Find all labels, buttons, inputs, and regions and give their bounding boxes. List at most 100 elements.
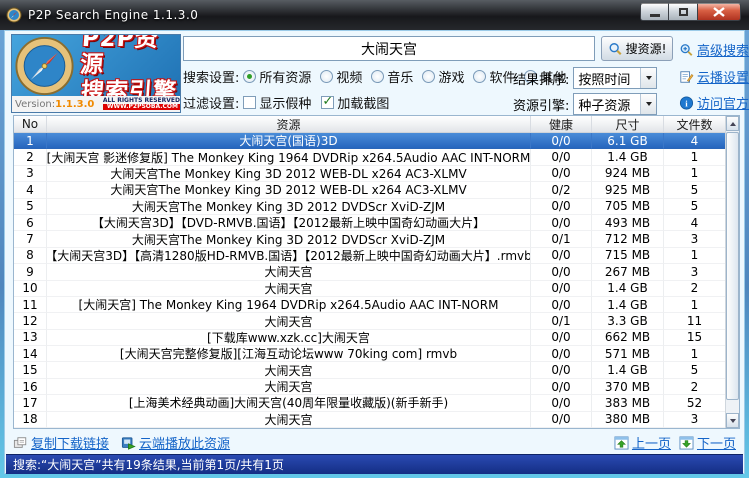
page-down-icon (679, 435, 694, 450)
cell-resource: 大闹天宫The Monkey King 3D 2012 WEB-DL x264 … (47, 165, 531, 183)
cell-health: 0/2 (531, 182, 592, 199)
table-row[interactable]: 14 [大闹天宫完整修复版][江海互动论坛www 70king com] rmv… (14, 346, 739, 363)
cell-resource: 大闹天宫 (47, 362, 531, 379)
cell-health: 0/1 (531, 231, 592, 248)
cell-size: 662 MB (592, 329, 664, 347)
cell-resource: [下载库www.xzk.cc]大闹天宫 (47, 329, 531, 347)
cell-no: 15 (14, 362, 47, 379)
arrow-down-icon[interactable] (726, 413, 739, 428)
radio-circle-icon (243, 70, 257, 83)
cell-resource: 大闹天宫 (47, 264, 531, 281)
cell-resource: 【大闹天宫3D】【高清1280版HD-RMVB.国语】【2012最新上映中国奇幻… (47, 247, 531, 265)
cell-resource: 大闹天宫The Monkey King 3D 2012 DVDScr XviD-… (47, 198, 531, 215)
cell-no: 13 (14, 329, 47, 347)
cell-size: 715 MB (592, 247, 664, 265)
vertical-scrollbar[interactable] (725, 116, 739, 428)
cell-size: 370 MB (592, 378, 664, 396)
version-label: Version: (15, 98, 56, 110)
sort-select[interactable]: 按照时间 (573, 67, 658, 89)
arrow-up-icon[interactable] (726, 116, 739, 131)
table-row[interactable]: 4 大闹天宫The Monkey King 3D 2012 WEB-DL x26… (14, 182, 739, 199)
cell-size: 1.4 GB (592, 362, 664, 379)
search-input[interactable] (183, 36, 595, 61)
filter-settings-label: 过滤设置: (183, 97, 240, 112)
cell-resource: 大闹天宫 (47, 378, 531, 396)
prev-page-link[interactable]: 上一页 (614, 433, 671, 452)
footer-toolbar: 复制下载链接 云端播放此资源 上一页 下一页 (13, 432, 736, 453)
cell-no: 18 (14, 411, 47, 429)
cell-no: 10 (14, 280, 47, 297)
cell-files: 5 (664, 182, 726, 199)
cell-size: 267 MB (592, 264, 664, 281)
cell-files: 3 (664, 264, 726, 281)
cell-files: 52 (664, 395, 726, 412)
cell-no: 1 (14, 133, 47, 150)
cell-no: 2 (14, 149, 47, 166)
checkbox-show-fake[interactable]: 显示假种 (243, 93, 311, 112)
radio-all[interactable]: 所有资源 (243, 67, 311, 86)
radio-software[interactable]: 软件 (473, 67, 515, 86)
cell-size: 6.1 GB (592, 133, 664, 150)
radio-video[interactable]: 视频 (320, 67, 362, 86)
cell-files: 15 (664, 329, 726, 347)
cell-size: 1.4 GB (592, 280, 664, 297)
table-row[interactable]: 5 大闹天宫The Monkey King 3D 2012 DVDScr Xvi… (14, 198, 739, 215)
checkbox-box-icon (321, 94, 335, 109)
cell-files: 4 (664, 133, 726, 150)
column-header-health: 健康 (531, 116, 592, 132)
cell-resource: [大闹天宫 影迷修复版] The Monkey King 1964 DVDRip… (47, 149, 531, 166)
table-row[interactable]: 2 [大闹天宫 影迷修复版] The Monkey King 1964 DVDR… (14, 149, 739, 166)
table-row[interactable]: 3 大闹天宫The Monkey King 3D 2012 WEB-DL x26… (14, 165, 739, 183)
engine-select[interactable]: 种子资源 (573, 93, 658, 115)
radio-label: 软件 (489, 71, 516, 86)
table-row[interactable]: 18 大闹天宫 0/0 380 MB 3 (14, 411, 739, 429)
table-row[interactable]: 1 大闹天宫(国语)3D 0/0 6.1 GB 4 (14, 133, 739, 150)
cell-health: 0/0 (531, 395, 592, 412)
radio-game[interactable]: 游戏 (422, 67, 464, 86)
table-header: No 资源 健康 尺寸 文件数 (14, 116, 739, 133)
cell-no: 17 (14, 395, 47, 412)
checkbox-load-screenshot[interactable]: 加载截图 (321, 93, 389, 112)
compass-logo-icon (15, 36, 74, 96)
table-row[interactable]: 15 大闹天宫 0/0 1.4 GB 5 (14, 362, 739, 379)
cell-files: 3 (664, 411, 726, 429)
next-page-link[interactable]: 下一页 (679, 433, 736, 452)
radio-music[interactable]: 音乐 (371, 67, 413, 86)
cell-health: 0/0 (531, 133, 592, 150)
table-row[interactable]: 7 大闹天宫The Monkey King 3D 2012 DVDScr Xvi… (14, 231, 739, 248)
minimize-button[interactable] (640, 3, 669, 21)
cell-health: 0/0 (531, 264, 592, 281)
cell-health: 0/0 (531, 411, 592, 429)
radio-circle-icon (422, 70, 436, 83)
table-row[interactable]: 8 【大闹天宫3D】【高清1280版HD-RMVB.国语】【2012最新上映中国… (14, 247, 739, 265)
cell-no: 5 (14, 198, 47, 215)
search-button[interactable]: 搜资源! (601, 36, 673, 61)
maximize-button[interactable] (669, 3, 698, 21)
visit-official-link[interactable]: i 访问官方 (679, 93, 749, 112)
version-number: 1.1.3.0 (55, 98, 95, 110)
table-row[interactable]: 13 [下载库www.xzk.cc]大闹天宫 0/0 662 MB 15 (14, 329, 739, 347)
magnifier-plus-icon (680, 43, 693, 56)
cloud-settings-link[interactable]: 云播设置 (679, 67, 749, 86)
cloud-play-link[interactable]: 云端播放此资源 (121, 433, 230, 452)
radio-circle-icon (320, 70, 334, 83)
table-row[interactable]: 10 大闹天宫 0/0 1.4 GB 2 (14, 280, 739, 297)
scrollbar-thumb[interactable] (726, 132, 739, 400)
advanced-search-link[interactable]: 高级搜索 (679, 40, 749, 59)
table-row[interactable]: 12 大闹天宫 0/1 3.3 GB 11 (14, 313, 739, 330)
table-row[interactable]: 6 【大闹天宫3D】【DVD-RMVB.国语】【2012最新上映中国奇幻动画大片… (14, 214, 739, 232)
close-button[interactable] (698, 3, 741, 21)
table-row[interactable]: 16 大闹天宫 0/0 370 MB 2 (14, 378, 739, 396)
cell-files: 1 (664, 165, 726, 183)
table-row[interactable]: 9 大闹天宫 0/0 267 MB 3 (14, 264, 739, 281)
app-window: P2P Search Engine 1.1.3.0 P2P资源 搜索引擎 Ver… (0, 0, 749, 478)
table-row[interactable]: 11 [大闹天宫] The Monkey King 1964 DVDRip x2… (14, 296, 739, 314)
cell-files: 11 (664, 313, 726, 330)
cell-health: 0/0 (531, 280, 592, 297)
radio-circle-icon (473, 70, 487, 83)
cell-resource: [大闹天宫] The Monkey King 1964 DVDRip x264.… (47, 296, 531, 314)
table-row[interactable]: 17 [上海美术经典动画]大闹天宫(40周年限量收藏版)(新手新手) 0/0 3… (14, 395, 739, 412)
cell-size: 924 MB (592, 165, 664, 183)
cell-health: 0/0 (531, 362, 592, 379)
copy-download-link[interactable]: 复制下载链接 (13, 433, 109, 452)
